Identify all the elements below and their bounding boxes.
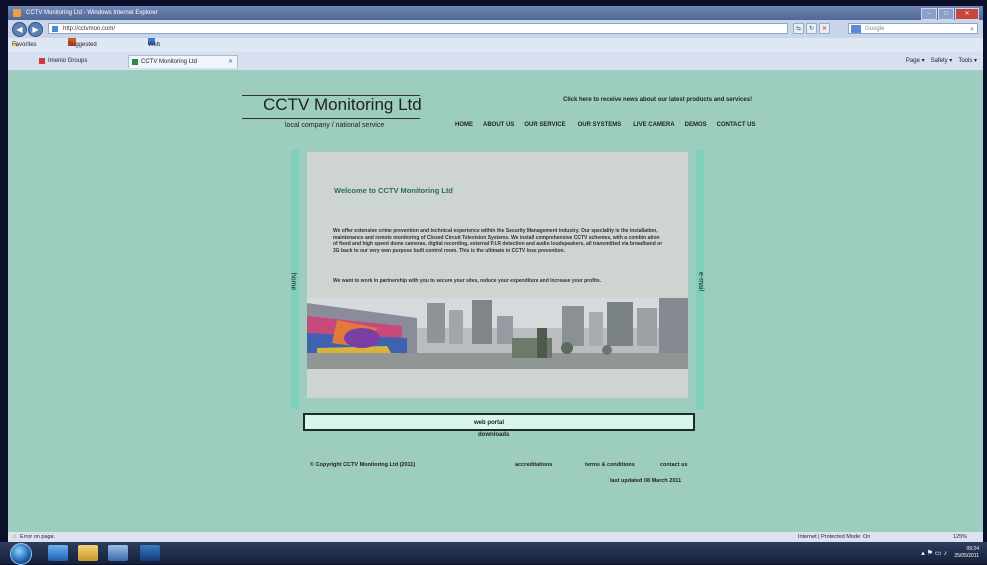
app-taskbar-icon[interactable]	[108, 545, 128, 561]
url-text: http://cctvmon.com/	[63, 26, 116, 32]
copyright-text: © Copyright CCTV Monitoring Ltd (2011)	[310, 462, 416, 468]
last-updated-text: last updated 08 March 2011	[610, 478, 682, 484]
terms-link[interactable]: terms & conditions	[585, 462, 635, 468]
search-placeholder: Google	[865, 26, 885, 32]
city-street-photo	[307, 298, 688, 369]
search-provider-icon	[851, 25, 861, 33]
tab-label: Imenio Groups	[48, 58, 88, 64]
site-logo[interactable]: CCTV Monitoring Ltd	[263, 95, 422, 115]
status-text[interactable]: Error on page.	[20, 532, 55, 542]
tab-bar: Imenio Groups CCTV Monitoring Ltd ✕ Page…	[8, 52, 983, 71]
promo-link[interactable]: Click here to receive news about our lat…	[563, 97, 752, 103]
nav-home[interactable]: HOME	[455, 122, 473, 128]
tab-label: CCTV Monitoring Ltd	[141, 59, 198, 65]
web-portal-label[interactable]: web portal	[474, 420, 504, 426]
window-controls: – □ ✕	[921, 8, 979, 20]
tools-menu[interactable]: Tools ▾	[958, 55, 977, 68]
content-panel: Welcome to CCTV Monitoring Ltd We offer …	[307, 152, 688, 398]
window-titlebar: CCTV Monitoring Ltd - Windows Internet E…	[8, 6, 983, 20]
close-button[interactable]: ✕	[955, 8, 979, 20]
contact-link[interactable]: contact us	[660, 462, 688, 468]
logo-rule-bottom	[242, 118, 420, 119]
nav-live-camera[interactable]: LIVE CAMERA	[633, 122, 674, 128]
status-bar: ⚠ Error on page. Internet | Protected Mo…	[8, 532, 983, 542]
window-title: CCTV Monitoring Ltd - Windows Internet E…	[26, 10, 158, 16]
minimize-button[interactable]: –	[921, 8, 937, 20]
zoom-level[interactable]: 125%	[953, 532, 967, 542]
clock-time: 09:24	[966, 546, 979, 552]
url-input[interactable]: http://cctvmon.com/	[48, 23, 788, 34]
page-favicon	[52, 26, 58, 32]
refresh-button[interactable]: ↻	[806, 23, 817, 34]
tab-close-icon[interactable]: ✕	[228, 56, 233, 69]
url-controls: ⇆ ↻ ✕	[793, 23, 843, 34]
stop-button[interactable]: ✕	[819, 23, 830, 34]
email-side-link[interactable]: e-mail	[697, 272, 704, 291]
favorites-label: Favorites	[12, 42, 37, 48]
clock-date: 25/05/2011	[954, 553, 979, 559]
welcome-heading: Welcome to CCTV Monitoring Ltd	[334, 186, 454, 195]
tab-imenio-groups[interactable]: Imenio Groups	[36, 55, 126, 68]
maximize-button[interactable]: □	[938, 8, 954, 20]
favorites-bar: ★ Favorites Suggested Sites ▾ Web Slice …	[8, 38, 983, 90]
accreditations-link[interactable]: accreditations	[515, 462, 552, 468]
tray-icons[interactable]: ▴ ⚑ ▭ ♪	[921, 549, 947, 557]
nav-our-service[interactable]: OUR SERVICE	[524, 122, 565, 128]
ie-icon	[13, 9, 21, 17]
back-button[interactable]: ◀	[12, 22, 27, 37]
intro-paragraph: We offer extensive crime prevention and …	[333, 228, 663, 254]
security-zone[interactable]: Internet | Protected Mode: On	[798, 532, 870, 542]
address-bar: ◀ ▶ http://cctvmon.com/ ⇆ ↻ ✕ Google ⌕	[8, 20, 983, 38]
nav-demos[interactable]: DEMOS	[685, 122, 707, 128]
search-icon[interactable]: ⌕	[970, 24, 974, 35]
photoshop-taskbar-icon[interactable]	[140, 545, 160, 561]
nav-our-systems[interactable]: OUR SYSTEMS	[578, 122, 622, 128]
warning-icon[interactable]: ⚠	[12, 532, 17, 542]
main-nav: HOME ABOUT US OUR SERVICE OUR SYSTEMS LI…	[455, 122, 756, 128]
taskbar: ▴ ⚑ ▭ ♪ 09:24 25/05/2011	[0, 542, 987, 565]
start-button[interactable]	[10, 543, 32, 565]
compatibility-button[interactable]: ⇆	[793, 23, 804, 34]
partnership-paragraph: We want to work in partnership with you …	[333, 278, 602, 284]
page-menu[interactable]: Page ▾	[906, 55, 925, 68]
search-input[interactable]: Google ⌕	[848, 23, 978, 34]
downloads-link[interactable]: downloads	[478, 432, 509, 438]
home-side-link[interactable]: home	[289, 273, 296, 291]
explorer-taskbar-icon[interactable]	[78, 545, 98, 561]
clock[interactable]: 09:24 25/05/2011	[954, 546, 979, 560]
tab-favicon	[39, 58, 45, 64]
safety-menu[interactable]: Safety ▾	[931, 55, 953, 68]
nav-contact-us[interactable]: CONTACT US	[717, 122, 756, 128]
tab-cctv-monitoring[interactable]: CCTV Monitoring Ltd ✕	[128, 55, 238, 68]
desktop-screen: CCTV Monitoring Ltd - Windows Internet E…	[0, 0, 987, 565]
page-viewport: CCTV Monitoring Ltd local company / nati…	[8, 70, 983, 532]
site-tagline: local company / national service	[285, 122, 385, 129]
forward-button[interactable]: ▶	[28, 22, 43, 37]
command-bar: Page ▾ Safety ▾ Tools ▾	[906, 55, 977, 68]
tab-favicon	[132, 59, 138, 65]
ie-taskbar-icon[interactable]	[48, 545, 68, 561]
nav-about-us[interactable]: ABOUT US	[483, 122, 514, 128]
